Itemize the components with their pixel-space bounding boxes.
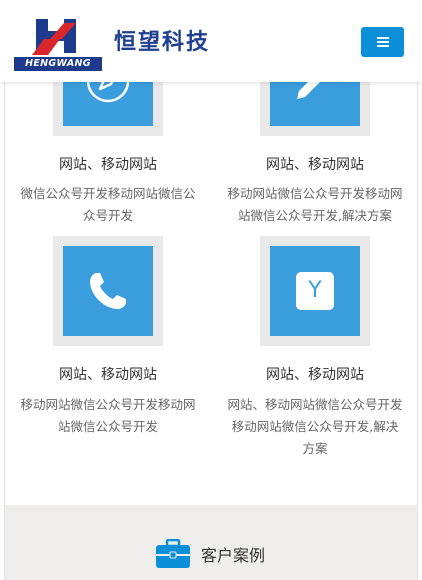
card-desc-line: 移动网站微信公众号开发,解决 <box>231 419 399 434</box>
section-heading[interactable]: 客户案例 <box>155 537 265 571</box>
card-desc-line: 移动网站微信公众号开发移动网 <box>20 397 196 412</box>
logo-caption: HENGWANG <box>14 57 102 71</box>
icon-box: Y <box>260 236 370 346</box>
card-desc-line: 站微信公众号开发,解决方案 <box>238 208 392 223</box>
card-desc-line: 方案 <box>302 441 328 456</box>
card-desc-line: 网站、移动网站微信公众号开发 <box>227 397 403 412</box>
menu-button[interactable] <box>361 27 404 57</box>
y-icon: Y <box>270 246 360 336</box>
card-desc: 网站、移动网站微信公众号开发 移动网站微信公众号开发,解决 方案 <box>217 394 413 460</box>
brand-name[interactable]: 恒望科技 <box>114 27 210 59</box>
card-desc: 移动网站微信公众号开发移动网 站微信公众号开发 <box>10 394 206 438</box>
y-icon-letter: Y <box>308 278 322 303</box>
card-desc-line: 微信公众号开发移动网站微信公 <box>20 186 196 201</box>
cases-section: 客户案例 <box>5 505 417 580</box>
card-desc: 微信公众号开发移动网站微信公 众号开发 <box>10 183 206 227</box>
card-title[interactable]: 网站、移动网站 <box>8 366 208 384</box>
card-title[interactable]: 网站、移动网站 <box>8 156 208 174</box>
site-header: HENGWANG 恒望科技 <box>0 0 422 82</box>
section-title: 客户案例 <box>201 546 266 565</box>
brand-logo[interactable]: HENGWANG <box>14 17 102 71</box>
card-desc-line: 移动网站微信公众号开发移动网 <box>227 186 403 201</box>
logo-mark-icon <box>32 19 76 55</box>
card-desc: 移动网站微信公众号开发移动网 站微信公众号开发,解决方案 <box>217 183 413 227</box>
card-desc-line: 众号开发 <box>82 208 133 223</box>
menu-icon <box>376 37 389 47</box>
briefcase-icon <box>156 539 190 568</box>
card-desc-line: 站微信公众号开发 <box>57 419 158 434</box>
phone-icon <box>63 246 153 336</box>
card-title[interactable]: 网站、移动网站 <box>215 156 415 174</box>
icon-box <box>53 236 163 346</box>
card-title[interactable]: 网站、移动网站 <box>215 366 415 384</box>
